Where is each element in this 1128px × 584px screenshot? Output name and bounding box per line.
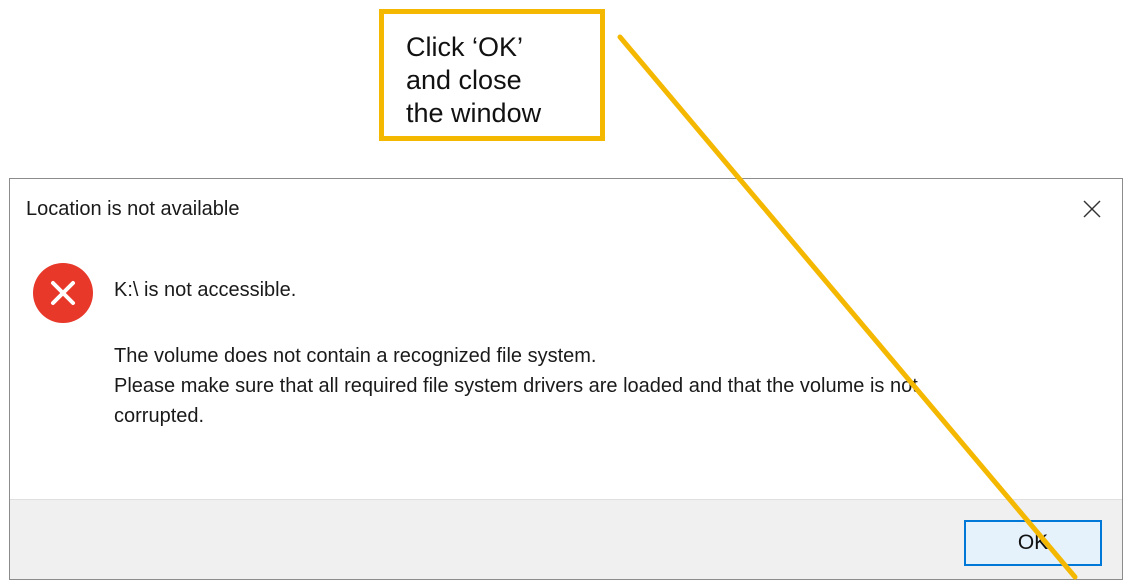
dialog-footer: OK bbox=[10, 499, 1122, 579]
close-icon bbox=[1083, 200, 1101, 218]
error-message-detail: The volume does not contain a recognized… bbox=[114, 341, 1104, 431]
detail-line-1: The volume does not contain a recognized… bbox=[114, 345, 597, 367]
detail-line-3: corrupted. bbox=[114, 405, 205, 427]
callout-line-1: Click ‘OK’ bbox=[406, 32, 524, 62]
detail-line-2: Please make sure that all required file … bbox=[114, 375, 918, 397]
close-button[interactable] bbox=[1070, 189, 1114, 229]
dialog-titlebar[interactable]: Location is not available bbox=[10, 179, 1122, 241]
error-message-main: K:\ is not accessible. bbox=[114, 279, 297, 301]
callout-line-3: the window bbox=[406, 98, 542, 128]
instruction-callout: Click ‘OK’ and close the window bbox=[379, 9, 605, 141]
callout-line-2: and close bbox=[406, 65, 522, 95]
ok-button[interactable]: OK bbox=[964, 520, 1102, 566]
error-dialog: Location is not available K:\ is not acc… bbox=[9, 178, 1123, 580]
dialog-title: Location is not available bbox=[26, 198, 240, 220]
screenshot-stage: Click ‘OK’ and close the window Location… bbox=[0, 0, 1128, 584]
error-circle-x-icon bbox=[33, 263, 93, 323]
